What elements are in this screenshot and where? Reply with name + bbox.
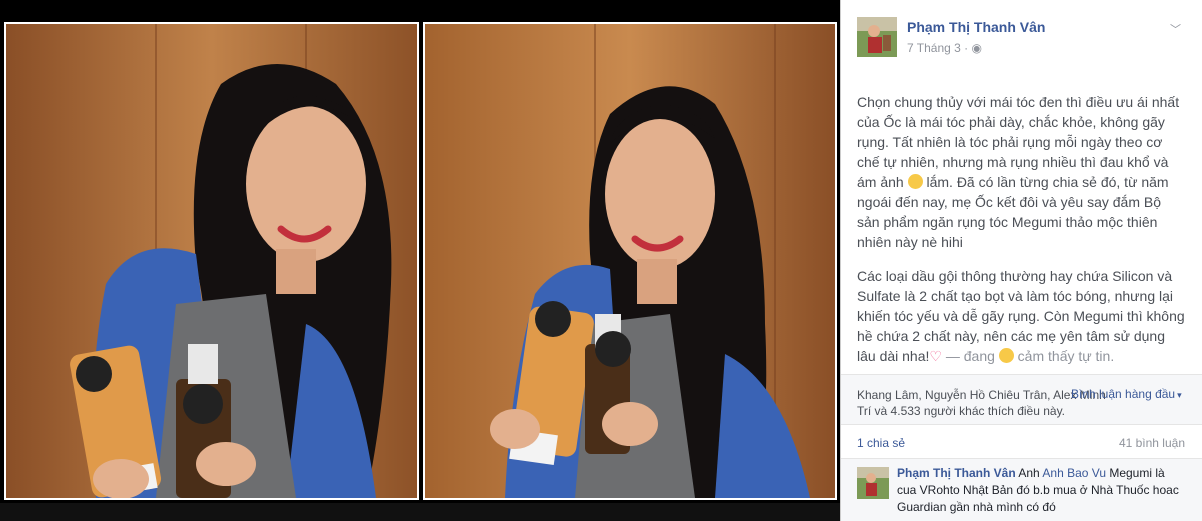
photo-right-image	[425, 24, 835, 498]
comment-mention[interactable]: Anh Bao Vu	[1042, 466, 1106, 480]
post-paragraph-1-end: lắm. Đã có lần từng chia sẻ đó, từ năm n…	[857, 174, 1169, 250]
likes-summary[interactable]: Khang Lâm, Nguyễn Hồ Chiêu Trân, Alex Mi…	[857, 387, 1107, 419]
comment-prefix: Anh	[1015, 466, 1043, 480]
meta-separator: ·	[960, 41, 972, 55]
top-comments-dropdown[interactable]: Bình luận hàng đầu ▾	[1071, 387, 1182, 401]
shares-count[interactable]: 1 chia sẻ	[857, 436, 905, 450]
feeling-text[interactable]: cảm thấy tự tin.	[1014, 348, 1115, 364]
comment-author[interactable]: Phạm Thị Thanh Vân	[897, 466, 1016, 480]
author-avatar[interactable]	[857, 17, 897, 57]
photo-viewer	[0, 0, 840, 521]
likes-bar: Khang Lâm, Nguyễn Hồ Chiêu Trân, Alex Mi…	[841, 374, 1202, 425]
photo-left-image	[6, 24, 417, 498]
viewer-bottom-bar	[0, 503, 840, 521]
chevron-down-icon[interactable]: ﹀	[1170, 21, 1181, 36]
globe-icon[interactable]: ◉	[972, 41, 982, 55]
post-paragraph-1: Chọn chung thủy với mái tóc đen thì điều…	[857, 92, 1187, 252]
post-meta: 7 Tháng 3 · ◉	[907, 41, 982, 55]
post-date[interactable]: 7 Tháng 3	[907, 41, 961, 55]
comment-avatar[interactable]	[857, 467, 889, 499]
sad-emoji-icon	[907, 174, 923, 189]
post-header: Phạm Thị Thanh Vân 7 Tháng 3 · ◉ ﹀	[841, 0, 1202, 74]
post-paragraph-2: Các loại dầu gội thông thường hay chứa S…	[857, 266, 1187, 366]
author-name[interactable]: Phạm Thị Thanh Vân	[907, 19, 1045, 35]
comment-item: Phạm Thị Thanh Vân Anh Anh Bao Vu Megumi…	[841, 458, 1202, 521]
top-comments-label: Bình luận hàng đầu	[1071, 387, 1176, 401]
caret-down-icon: ▾	[1177, 390, 1182, 400]
post-panel: Phạm Thị Thanh Vân 7 Tháng 3 · ◉ ﹀ Chọn …	[840, 0, 1202, 521]
feeling-prefix: — đang	[941, 348, 999, 364]
photo-left[interactable]	[4, 22, 419, 500]
share-bar: 1 chia sẻ 41 bình luận	[841, 424, 1202, 459]
smile-emoji-icon	[998, 348, 1014, 363]
heart-icon: ♡	[929, 348, 942, 364]
comments-count[interactable]: 41 bình luận	[1119, 436, 1185, 450]
photo-right[interactable]	[423, 22, 837, 500]
post-body: Chọn chung thủy với mái tóc đen thì điều…	[857, 92, 1187, 380]
comment-text: Phạm Thị Thanh Vân Anh Anh Bao Vu Megumi…	[897, 465, 1187, 516]
